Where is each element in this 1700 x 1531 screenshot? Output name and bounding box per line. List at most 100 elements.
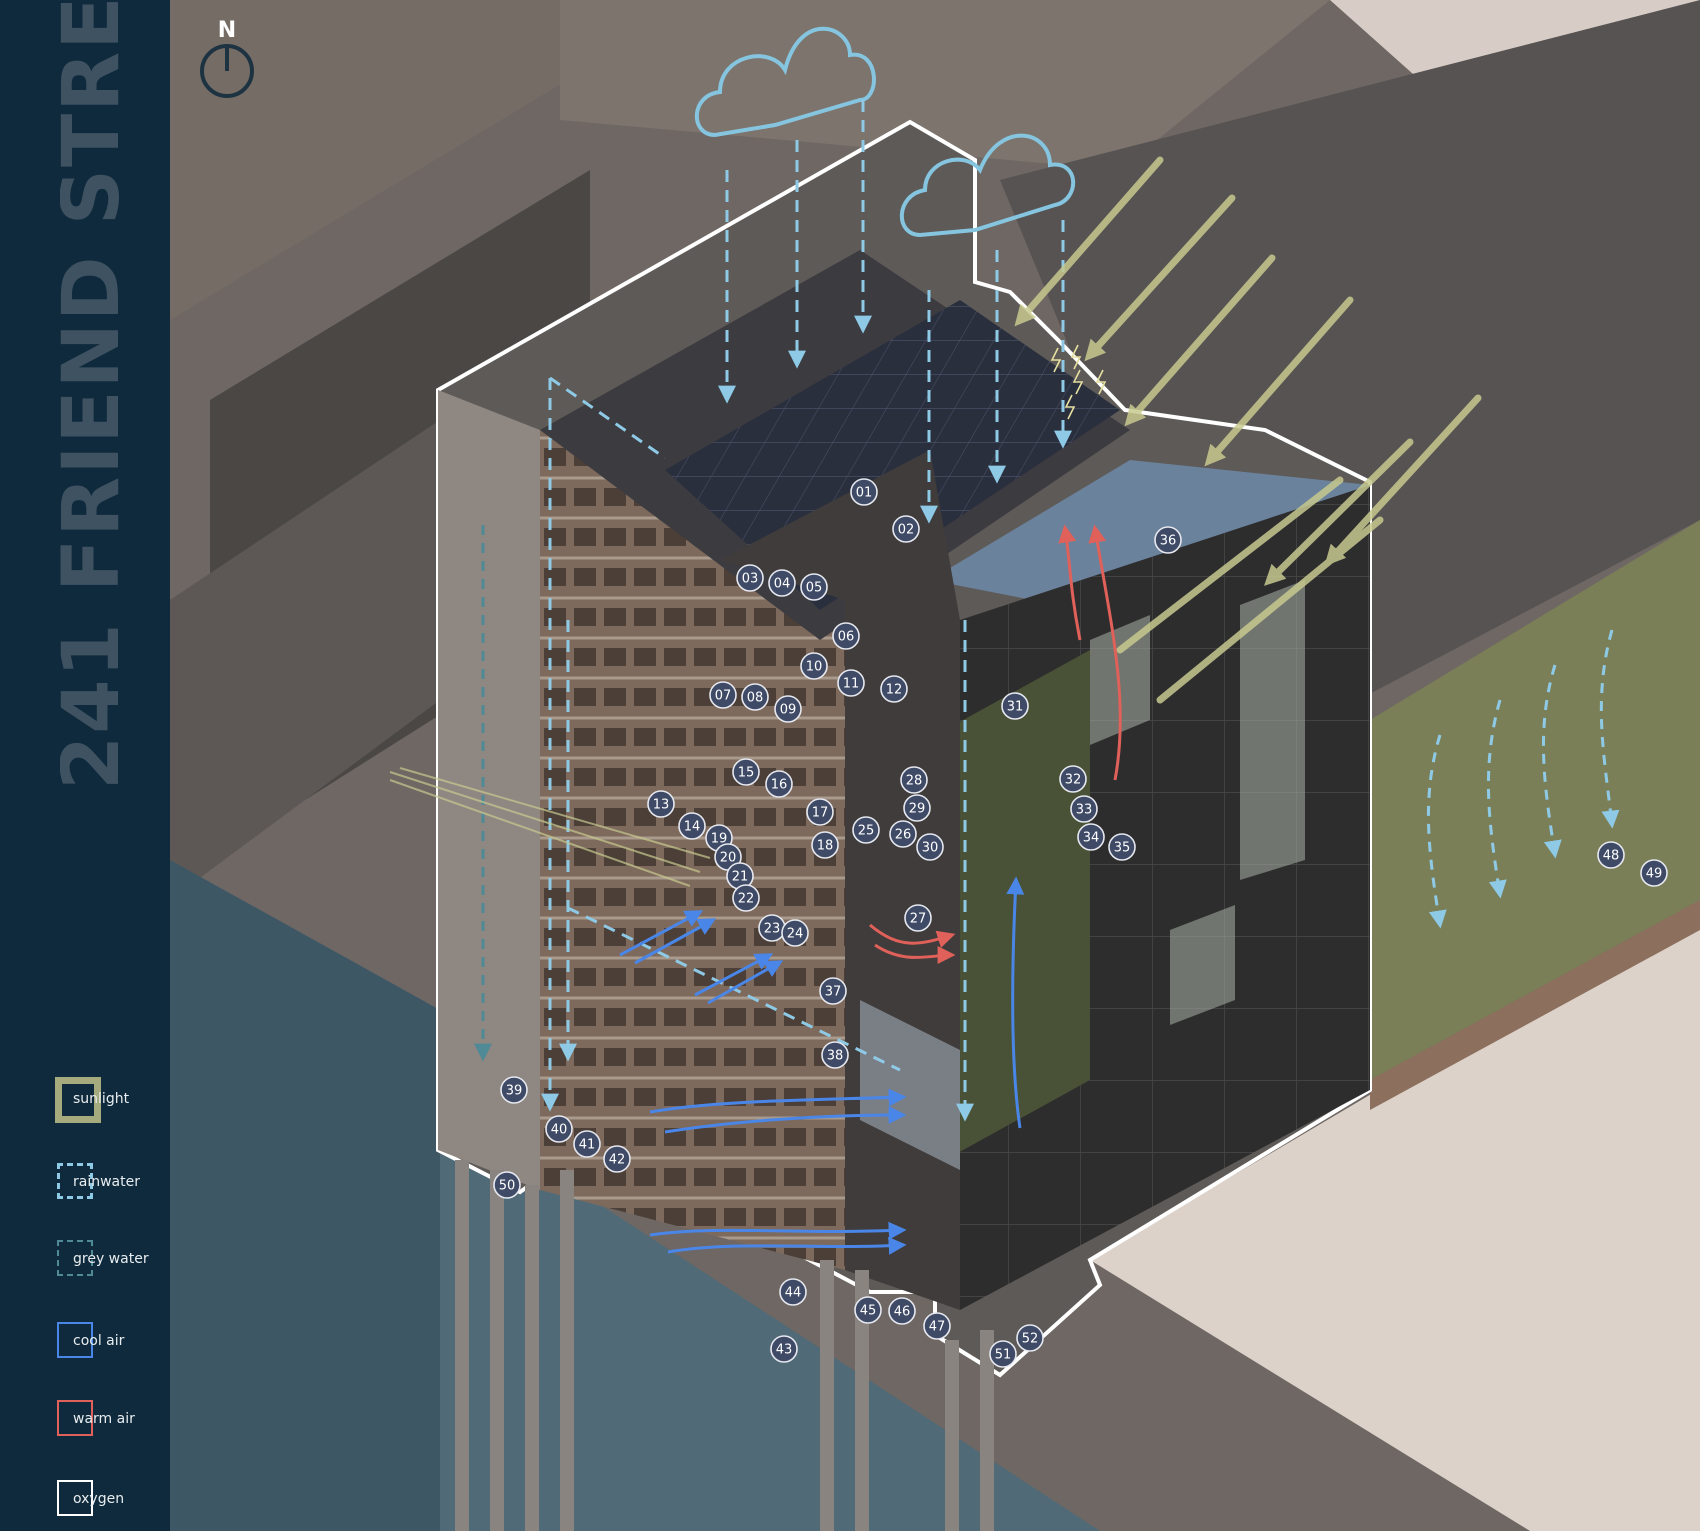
callout-number: 04: [774, 577, 791, 592]
callout-number: 11: [843, 677, 860, 692]
callout-number: 50: [499, 1179, 516, 1194]
sidebar: 241 FRIEND STREET sunlight rainwater gre…: [0, 0, 170, 1531]
callout-number: 01: [856, 486, 873, 501]
callout-number: 09: [780, 703, 797, 718]
callout-51: 51: [989, 1340, 1017, 1368]
callout-number: 20: [720, 851, 737, 866]
callout-23: 23: [758, 914, 786, 942]
callout-03: 03: [736, 564, 764, 592]
callout-50: 50: [493, 1171, 521, 1199]
callout-27: 27: [904, 904, 932, 932]
callout-25: 25: [852, 816, 880, 844]
callout-41: 41: [573, 1130, 601, 1158]
title-text: 241 FRIEND STREET: [60, 0, 130, 790]
axonometric-drawing: N 010203 04 050607 08091011 1213141516171819…: [170, 0, 1700, 1531]
callout-number: 25: [858, 824, 875, 839]
legend-label-rainwater: rainwater: [73, 1174, 140, 1190]
callout-39: 39: [500, 1076, 528, 1104]
callout-number: 28: [906, 774, 923, 789]
callout-37: 37: [819, 977, 847, 1005]
callout-04: 04: [768, 569, 796, 597]
legend-item-rainwater: rainwater: [52, 1163, 167, 1209]
callout-29: 29: [903, 794, 931, 822]
callout-36: 36: [1154, 526, 1182, 554]
callout-14: 14: [678, 812, 706, 840]
callout-05: 05: [800, 573, 828, 601]
callout-30: 30: [916, 833, 944, 861]
callout-number: 29: [909, 802, 926, 817]
callout-24: 24: [781, 919, 809, 947]
north-label: N: [218, 18, 236, 43]
callout-number: 37: [825, 985, 842, 1000]
callout-07: 07: [709, 681, 737, 709]
callout-number: 36: [1160, 534, 1177, 549]
callout-31: 31: [1001, 692, 1029, 720]
legend-label-grey-water: grey water: [73, 1251, 149, 1267]
callout-43: 43: [770, 1335, 798, 1363]
callout-number: 42: [609, 1153, 626, 1168]
callout-number: 40: [551, 1123, 568, 1138]
callout-number: 26: [895, 828, 912, 843]
legend-item-sunlight: sunlight: [52, 1077, 167, 1126]
callout-35: 35: [1108, 833, 1136, 861]
callout-18: 18: [811, 831, 839, 859]
callout-number: 34: [1083, 831, 1100, 846]
callout-33: 33: [1070, 795, 1098, 823]
callout-number: 17: [812, 806, 829, 821]
callout-number: 23: [764, 922, 781, 937]
callout-number: 35: [1114, 841, 1131, 856]
legend-label-warm-air: warm air: [73, 1411, 135, 1427]
title-vertical: 241 FRIEND STREET: [47, 0, 137, 800]
callout-number: 16: [771, 778, 788, 793]
callout-12: 12: [880, 675, 908, 703]
callout-44: 44: [779, 1278, 807, 1306]
title-svg: 241 FRIEND STREET: [47, 0, 137, 790]
callout-28: 28: [900, 766, 928, 794]
callout-47: 47: [923, 1312, 951, 1340]
callout-number: 32: [1065, 773, 1082, 788]
callout-number: 51: [995, 1348, 1012, 1363]
callout-number: 05: [806, 581, 823, 596]
callout-49: 49: [1640, 859, 1668, 887]
callout-26: 26: [889, 820, 917, 848]
legend-item-grey-water: grey water: [52, 1240, 167, 1286]
callout-45: 45: [854, 1296, 882, 1324]
callout-48: 48: [1597, 841, 1625, 869]
callout-34: 34: [1077, 823, 1105, 851]
callout-16: 16: [765, 770, 793, 798]
callout-number: 18: [817, 839, 834, 854]
callout-10: 10: [800, 652, 828, 680]
callout-15: 15: [732, 758, 760, 786]
callout-number: 43: [776, 1343, 793, 1358]
callout-number: 48: [1603, 849, 1620, 864]
callout-number: 12: [886, 683, 903, 698]
callout-22: 22: [732, 884, 760, 912]
diagram-canvas: N 01 02 03 04 05 06 07 08 09 10 11 12 13 14 15 16 17 18 19…: [170, 0, 1700, 1531]
callout-number: 27: [910, 912, 927, 927]
callout-38: 38: [821, 1041, 849, 1069]
callout-52: 52: [1016, 1324, 1044, 1352]
callout-number: 45: [860, 1304, 877, 1319]
callout-number: 46: [894, 1305, 911, 1320]
callout-number: 44: [785, 1286, 802, 1301]
callout-number: 22: [738, 892, 755, 907]
callout-number: 30: [922, 841, 939, 856]
legend-item-warm-air: warm air: [52, 1400, 167, 1446]
callout-number: 03: [742, 572, 759, 587]
callout-01: 01: [850, 478, 878, 506]
callout-number: 07: [715, 689, 732, 704]
callout-number: 15: [738, 766, 755, 781]
callout-number: 33: [1076, 803, 1093, 818]
callout-02: 02: [892, 515, 920, 543]
legend-label-oxygen: oxygen: [73, 1491, 125, 1507]
legend-label-cool-air: cool air: [73, 1333, 125, 1349]
callout-number: 13: [653, 798, 670, 813]
green-wall: [945, 650, 1090, 1160]
callout-17: 17: [806, 798, 834, 826]
callout-number: 02: [898, 523, 915, 538]
callout-40: 40: [545, 1115, 573, 1143]
callout-number: 10: [806, 660, 823, 675]
callout-number: 14: [684, 820, 701, 835]
callout-number: 31: [1007, 700, 1024, 715]
callout-number: 39: [506, 1084, 523, 1099]
